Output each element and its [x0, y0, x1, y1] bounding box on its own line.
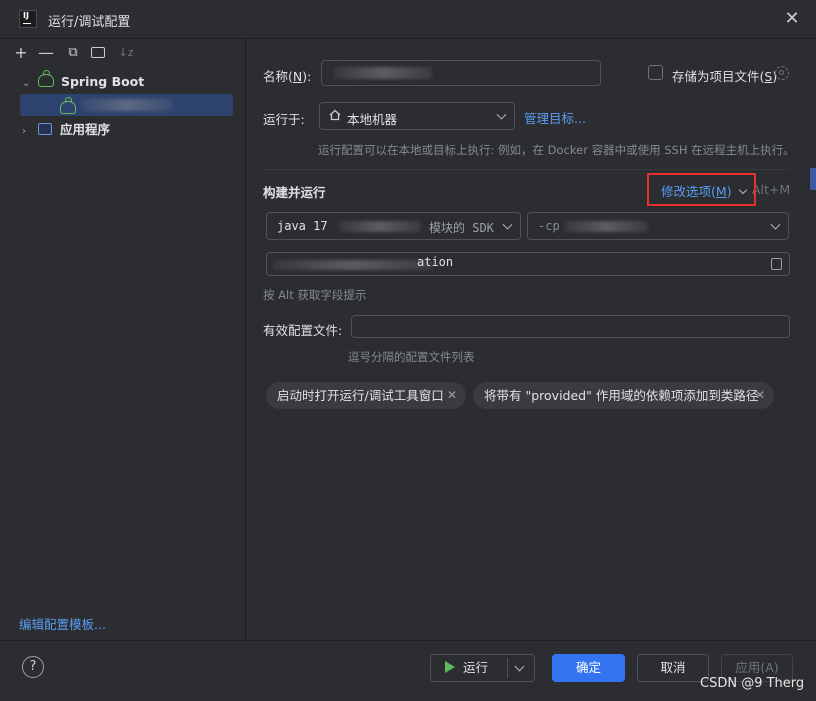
run-button[interactable]: 运行 — [430, 654, 535, 682]
jdk-value: java 17 — [277, 219, 328, 233]
active-profiles-label: 有效配置文件: — [263, 323, 343, 338]
cancel-button[interactable]: 取消 — [637, 654, 709, 682]
copy-icon[interactable]: ⧉ — [64, 44, 82, 62]
run-on-hint: 运行配置可以在本地或目标上执行: 例如，在 Docker 容器中或使用 SSH … — [318, 143, 795, 157]
tree-node-application[interactable]: › 应用程序 — [22, 119, 110, 141]
active-profiles-input[interactable] — [351, 315, 790, 338]
chevron-down-icon[interactable]: ⌄ — [22, 73, 34, 95]
redacted-classpath — [564, 221, 648, 232]
split-divider — [507, 658, 508, 678]
active-profiles-hint: 逗号分隔的配置文件列表 — [348, 350, 475, 364]
main-class-input[interactable]: ation — [266, 252, 790, 276]
option-chip-provided-scope[interactable]: 将带有 "provided" 作用域的依赖项添加到类路径 ✕ — [473, 382, 774, 409]
ok-button[interactable]: 确定 — [552, 654, 625, 682]
redacted-module — [339, 221, 421, 232]
section-divider — [263, 169, 789, 170]
window-title: 运行/调试配置 — [48, 15, 131, 30]
field-hint-text: 按 Alt 获取字段提示 — [263, 288, 367, 302]
home-icon — [329, 109, 341, 121]
close-icon[interactable]: ✕ — [447, 382, 457, 409]
classpath-module-select[interactable]: -cp — [527, 212, 789, 240]
add-icon[interactable]: + — [12, 44, 30, 62]
play-icon — [445, 661, 455, 673]
close-icon[interactable]: ✕ — [783, 10, 801, 28]
store-as-project-file-label: 存储为项目文件(S) — [672, 69, 778, 84]
classpath-prefix: -cp — [538, 219, 560, 233]
run-button-label: 运行 — [463, 660, 489, 675]
csdn-watermark: CSDN @9 Therg — [700, 676, 805, 691]
main-class-visible-text: ation — [417, 255, 454, 269]
tree-label-spring-boot: Spring Boot — [60, 74, 145, 89]
run-on-value: 本地机器 — [347, 112, 398, 127]
jdk-select[interactable]: java 17 模块的 SDK — [266, 212, 521, 240]
store-as-project-file-checkbox[interactable] — [648, 65, 663, 80]
help-icon[interactable]: ? — [22, 656, 44, 678]
remove-icon[interactable]: — — [37, 44, 55, 62]
redacted-config-name — [82, 99, 172, 111]
chevron-down-icon — [770, 219, 781, 230]
name-label: 名称(N): — [263, 69, 312, 84]
intellij-logo-icon: IJ — [19, 10, 37, 28]
build-and-run-heading: 构建并运行 — [263, 185, 326, 200]
chevron-down-icon[interactable] — [514, 661, 525, 672]
manage-targets-link[interactable]: 管理目标... — [524, 108, 586, 127]
browse-class-icon[interactable] — [771, 258, 782, 270]
chevron-right-icon[interactable]: › — [22, 121, 34, 143]
option-chip-label: 将带有 "provided" 作用域的依赖项添加到类路径 — [484, 388, 759, 403]
edit-config-templates-link[interactable]: 编辑配置模板... — [19, 614, 106, 633]
redacted-main-class — [273, 260, 433, 270]
highlight-annotation-box — [647, 173, 756, 206]
jdk-module-suffix: 模块的 SDK — [429, 221, 494, 235]
option-chip-open-run-window[interactable]: 启动时打开运行/调试工具窗口 ✕ — [266, 382, 466, 409]
spring-boot-icon — [37, 70, 54, 87]
run-on-select[interactable]: 本地机器 — [319, 102, 515, 130]
scrollbar-thumb[interactable] — [810, 168, 816, 190]
application-icon — [37, 123, 52, 135]
run-on-label: 运行于: — [263, 112, 305, 127]
tree-label-application: 应用程序 — [59, 122, 110, 137]
spring-boot-run-icon — [60, 97, 76, 116]
option-chip-label: 启动时打开运行/调试工具窗口 — [277, 388, 444, 403]
chevron-down-icon — [496, 109, 507, 120]
redacted-name-value — [334, 67, 432, 79]
sort-icon[interactable]: ↓z — [117, 44, 135, 62]
modify-options-shortcut: Alt+M — [752, 182, 791, 197]
tree-node-spring-boot[interactable]: ⌄ Spring Boot — [22, 70, 145, 95]
gear-icon[interactable] — [775, 66, 789, 80]
chevron-down-icon — [502, 219, 513, 230]
close-icon[interactable]: ✕ — [755, 382, 765, 409]
new-folder-icon[interactable] — [91, 47, 105, 58]
